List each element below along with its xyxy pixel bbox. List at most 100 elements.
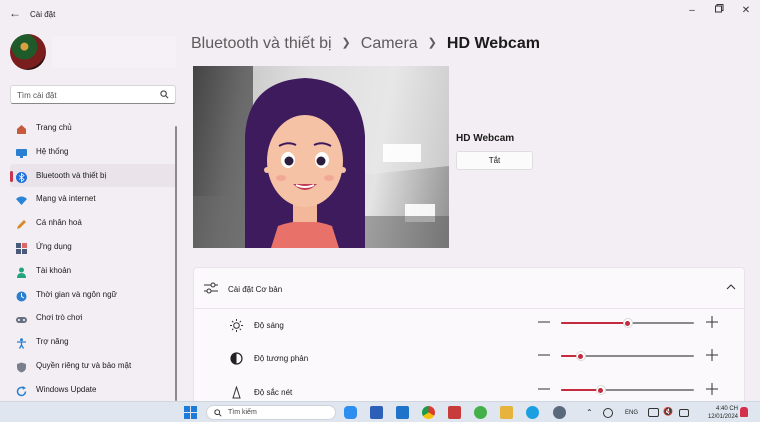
sharpness-icon xyxy=(230,385,243,399)
search-icon xyxy=(160,90,169,99)
sidebar-scrollbar[interactable] xyxy=(175,126,177,401)
slider-fill xyxy=(561,389,601,391)
accessibility-icon xyxy=(16,336,27,349)
page-title: HD Webcam xyxy=(446,35,540,52)
increase-icon[interactable] xyxy=(705,315,719,329)
zalo-icon[interactable] xyxy=(344,406,357,419)
chevron-up-tray-icon[interactable]: ⌃ xyxy=(586,408,593,417)
globe-clock-icon xyxy=(16,289,27,302)
sidebar-item-bluetooth[interactable]: Bluetooth và thiết bị xyxy=(10,163,176,188)
title-bar: ← Cài đặt – ✕ xyxy=(0,0,760,30)
chrome-icon[interactable] xyxy=(422,406,435,419)
brightness-icon xyxy=(230,319,243,332)
app-title: Cài đặt xyxy=(30,10,56,19)
sidebar-item-label: Trang chủ xyxy=(36,123,72,132)
clock-time: 4:40 CH xyxy=(715,406,738,412)
increase-icon[interactable] xyxy=(705,382,719,396)
sidebar-item-person[interactable]: Tài khoản xyxy=(10,259,176,283)
apps-icon xyxy=(16,241,27,254)
sidebar-item-label: Chơi trò chơi xyxy=(36,313,83,323)
outlook-icon[interactable] xyxy=(396,406,409,419)
sidebar-item-label: Cá nhân hoá xyxy=(36,218,82,228)
slider-thumb[interactable] xyxy=(595,385,606,395)
decrease-icon[interactable] xyxy=(537,315,551,329)
battery-icon[interactable] xyxy=(679,409,689,417)
camera-preview-image xyxy=(193,66,449,248)
monitor-tray-icon[interactable] xyxy=(648,408,659,417)
breadcrumb-camera[interactable]: Camera xyxy=(361,35,418,53)
breadcrumb: Bluetooth và thiết bị ❯ Camera ❯ HD Webcam xyxy=(191,35,540,57)
slider-label: Độ sắc nét xyxy=(254,388,293,397)
gamepad-icon xyxy=(16,312,27,324)
sidebar-item-label: Windows Update xyxy=(36,384,97,394)
increase-icon[interactable] xyxy=(705,348,719,362)
sidebar-item-brush[interactable]: Cá nhân hoá xyxy=(10,211,176,235)
slider-track[interactable] xyxy=(561,351,694,361)
decrease-icon[interactable] xyxy=(537,348,551,362)
search-placeholder: Tìm cài đặt xyxy=(17,91,57,100)
brush-icon xyxy=(16,217,27,230)
sidebar-nav: Trang chủ Hệ thống Bluetooth và thiết bị Mạ… xyxy=(10,116,176,402)
skype-icon[interactable] xyxy=(526,406,539,419)
media-app-icon[interactable] xyxy=(448,406,461,419)
decrease-icon[interactable] xyxy=(537,382,551,396)
clock-date: 12/01/2024 xyxy=(707,414,738,420)
settings-gear-icon[interactable] xyxy=(553,406,566,419)
camera-name: HD Webcam xyxy=(456,133,515,144)
home-icon xyxy=(16,122,27,134)
back-arrow-icon[interactable]: ← xyxy=(8,6,22,20)
camera-preview xyxy=(193,66,449,248)
chevron-right-icon: ❯ xyxy=(341,37,351,49)
sync-icon[interactable] xyxy=(603,408,613,418)
chevron-up-icon[interactable] xyxy=(726,282,736,292)
slider-label: Độ sáng xyxy=(254,321,284,330)
settings-search-input[interactable]: Tìm cài đặt xyxy=(10,85,176,104)
active-indicator xyxy=(10,170,13,182)
sidebar-item-globe-clock[interactable]: Thời gian và ngôn ngữ xyxy=(10,283,176,307)
sidebar-item-update[interactable]: Windows Update xyxy=(10,378,176,402)
sidebar-item-label: Ứng dụng xyxy=(36,241,72,251)
slider-row: Độ tương phản xyxy=(194,342,744,375)
slider-fill xyxy=(561,322,628,324)
minimize-icon[interactable]: – xyxy=(684,4,700,18)
basic-settings-panel: Cài đặt Cơ bản Độ sáng Độ tương phản Độ sắ… xyxy=(193,267,745,407)
language-indicator[interactable]: ENG xyxy=(625,410,638,416)
sidebar-item-monitor[interactable]: Hệ thống xyxy=(10,140,176,164)
taskbar-clock[interactable]: 4:40 CH 12/01/2024 xyxy=(694,405,738,421)
basic-settings-header[interactable]: Cài đặt Cơ bản xyxy=(194,268,744,309)
sidebar-item-label: Tài khoản xyxy=(36,265,72,275)
slider-label: Độ tương phản xyxy=(254,354,309,363)
wifi-icon xyxy=(16,193,27,206)
sidebar-item-label: Bluetooth và thiết bị xyxy=(36,170,107,180)
sidebar-item-shield[interactable]: Quyền riêng tư và bảo mật xyxy=(10,354,176,378)
sidebar-item-wifi[interactable]: Mạng và internet xyxy=(10,187,176,211)
contrast-icon xyxy=(230,352,243,365)
sidebar-item-home[interactable]: Trang chủ xyxy=(10,116,176,140)
sidebar-item-accessibility[interactable]: Trợ năng xyxy=(10,330,176,354)
slider-row: Độ sáng xyxy=(194,309,744,342)
sidebar-item-label: Mạng và internet xyxy=(36,194,96,204)
notification-bell-icon[interactable] xyxy=(740,407,748,417)
volume-mute-icon[interactable]: 🔇 xyxy=(663,407,673,416)
taskbar-search-placeholder: Tìm kiếm xyxy=(228,409,257,416)
sliders-icon xyxy=(204,282,218,294)
sidebar-item-apps[interactable]: Ứng dụng xyxy=(10,235,176,259)
avatar[interactable] xyxy=(10,34,46,70)
app-green-icon[interactable] xyxy=(474,406,487,419)
windows-start-icon[interactable] xyxy=(184,406,197,419)
taskbar-search[interactable]: Tìm kiếm xyxy=(206,405,336,420)
slider-thumb[interactable] xyxy=(622,318,633,328)
close-icon[interactable]: ✕ xyxy=(738,4,754,18)
maximize-icon[interactable] xyxy=(711,4,727,18)
breadcrumb-bluetooth[interactable]: Bluetooth và thiết bị xyxy=(191,35,332,53)
person-icon xyxy=(16,265,27,278)
slider-track[interactable] xyxy=(561,318,694,328)
slider-track[interactable] xyxy=(561,385,694,395)
camera-off-button[interactable]: Tắt xyxy=(456,151,533,170)
slider-thumb[interactable] xyxy=(575,351,586,361)
word-icon[interactable] xyxy=(370,406,383,419)
file-explorer-icon[interactable] xyxy=(500,406,513,419)
sidebar-item-label: Hệ thống xyxy=(36,146,69,156)
update-icon xyxy=(16,384,27,396)
sidebar-item-gamepad[interactable]: Chơi trò chơi xyxy=(10,306,176,330)
